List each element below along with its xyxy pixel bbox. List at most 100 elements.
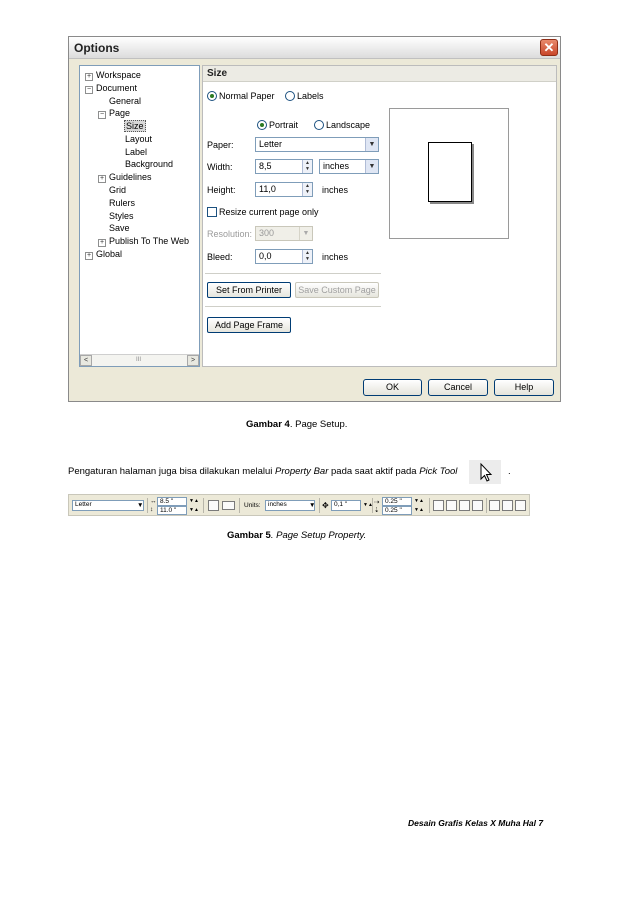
tree-item-general[interactable]: General xyxy=(109,96,141,107)
divider xyxy=(372,498,373,513)
resize-current-page-label: Resize current page only xyxy=(219,207,319,217)
body-paragraph: Pengaturan halaman juga bisa dilakukan m… xyxy=(68,466,458,477)
resize-current-page-checkbox[interactable] xyxy=(207,207,217,217)
tree-item-guidelines[interactable]: + Guidelines xyxy=(98,172,152,183)
options-tree[interactable]: + Workspace − Document General − Page Size … xyxy=(79,65,200,367)
scroll-grip-icon[interactable]: III xyxy=(136,357,141,363)
collapse-icon[interactable]: − xyxy=(98,111,106,119)
pb-height-input[interactable]: 11.0 " xyxy=(157,506,187,515)
tree-item-size[interactable]: Size xyxy=(124,120,146,132)
spinner-icon[interactable]: ▼▲ xyxy=(189,507,199,513)
tree-horizontal-scrollbar[interactable]: < III > xyxy=(80,354,199,366)
tree-item-page[interactable]: − Page xyxy=(98,108,130,119)
divider xyxy=(205,273,381,274)
ok-button[interactable]: OK xyxy=(363,379,422,396)
add-page-frame-button[interactable]: Add Page Frame xyxy=(207,317,291,333)
expand-icon[interactable]: + xyxy=(85,73,93,81)
chevron-down-icon[interactable]: ▼ xyxy=(365,160,378,173)
landscape-icon[interactable] xyxy=(222,501,235,510)
snap-grid-icon[interactable] xyxy=(433,500,444,511)
pb-width-input[interactable]: 8.5 " xyxy=(157,497,187,506)
options-dialog: Options ✕ + Workspace − Document General −… xyxy=(68,36,561,402)
chevron-down-icon[interactable]: ▼ xyxy=(309,502,315,509)
set-from-printer-button[interactable]: Set From Printer xyxy=(207,282,291,298)
width-input[interactable]: 8,5 ▲ ▼ xyxy=(255,159,313,174)
normal-paper-label: Normal Paper xyxy=(219,91,275,101)
tree-item-workspace[interactable]: + Workspace xyxy=(85,70,141,81)
tree-item-save[interactable]: Save xyxy=(109,223,130,234)
tree-item-styles[interactable]: Styles xyxy=(109,211,134,222)
portrait-label: Portrait xyxy=(269,120,299,130)
snap-objects-icon[interactable] xyxy=(459,500,470,511)
height-icon: ↕ xyxy=(150,506,154,513)
figure-5-caption: Gambar 5. Page Setup Property. xyxy=(227,530,367,541)
close-icon[interactable]: ✕ xyxy=(540,39,558,56)
dialog-title: Options xyxy=(74,41,120,55)
paper-select[interactable]: Letter ▼ xyxy=(255,137,379,152)
collapse-icon[interactable]: − xyxy=(85,86,93,94)
pb-units-select[interactable]: inches xyxy=(265,500,315,511)
tree-item-background[interactable]: Background xyxy=(125,159,173,170)
tree-item-grid[interactable]: Grid xyxy=(109,185,126,196)
units-label: Units: xyxy=(244,502,261,509)
nudge-input[interactable]: 0,1 " xyxy=(331,500,361,511)
expand-icon[interactable]: + xyxy=(85,252,93,260)
options-icon[interactable] xyxy=(502,500,513,511)
duplicate-y-icon: ⇣ xyxy=(374,507,380,514)
labels-label: Labels xyxy=(297,91,324,101)
spinner-icon[interactable]: ▼▲ xyxy=(189,498,199,504)
nudge-icon: ✥ xyxy=(322,501,329,510)
paper-label: Paper: xyxy=(207,140,234,150)
dialog-titlebar[interactable]: Options ✕ xyxy=(69,37,560,59)
portrait-radio[interactable] xyxy=(257,120,267,130)
resolution-select[interactable]: 300 ▼ xyxy=(255,226,313,241)
dynamic-guides-icon[interactable] xyxy=(472,500,483,511)
tree-item-document[interactable]: − Document xyxy=(85,83,137,94)
scroll-right-icon[interactable]: > xyxy=(187,355,199,366)
page-preview xyxy=(389,108,509,239)
portrait-icon[interactable] xyxy=(208,500,219,511)
page-setup-property-bar: Letter ▼ ↔ 8.5 " ↕ 11.0 " ▼▲ ▼▲ Units: i… xyxy=(68,494,530,516)
scroll-left-icon[interactable]: < xyxy=(80,355,92,366)
snap-guidelines-icon[interactable] xyxy=(446,500,457,511)
bleed-spinner-icon[interactable]: ▲ ▼ xyxy=(302,250,312,263)
transform-icon[interactable] xyxy=(515,500,526,511)
chevron-down-icon[interactable]: ▼ xyxy=(299,227,312,240)
tree-item-layout[interactable]: Layout xyxy=(125,134,152,145)
duplicate-x-input[interactable]: 0.25 " xyxy=(382,497,412,506)
chevron-down-icon[interactable]: ▼ xyxy=(137,502,143,509)
chevron-down-icon[interactable]: ▼ xyxy=(365,138,378,151)
tree-item-global[interactable]: + Global xyxy=(85,249,122,260)
tree-item-rulers[interactable]: Rulers xyxy=(109,198,135,209)
page-footer: Desain Grafis Kelas X Muha Hal 7 xyxy=(408,818,544,828)
help-button[interactable]: Help xyxy=(494,379,554,396)
paper-type-select[interactable]: Letter xyxy=(72,500,144,511)
tree-item-label[interactable]: Label xyxy=(125,147,147,158)
width-label: Width: xyxy=(207,162,233,172)
expand-icon[interactable]: + xyxy=(98,239,106,247)
width-icon: ↔ xyxy=(150,498,157,505)
figure-4-caption: Gambar 4. Page Setup. xyxy=(246,419,348,430)
height-spinner-icon[interactable]: ▲ ▼ xyxy=(302,183,312,196)
tree-item-publish-to-the-web[interactable]: + Publish To The Web xyxy=(98,236,189,247)
labels-radio[interactable] xyxy=(285,91,295,101)
duplicate-y-input[interactable]: 0.25 " xyxy=(382,506,412,515)
bleed-unit: inches xyxy=(322,252,349,262)
save-custom-page-button[interactable]: Save Custom Page xyxy=(295,282,379,298)
spinner-icon[interactable]: ▼▲ xyxy=(414,507,424,513)
spinner-icon[interactable]: ▼▲ xyxy=(414,498,424,504)
duplicate-x-icon: ⇢ xyxy=(374,499,380,506)
cancel-button[interactable]: Cancel xyxy=(428,379,488,396)
panel-title: Size xyxy=(207,68,228,79)
width-spinner-icon[interactable]: ▲ ▼ xyxy=(302,160,312,173)
size-settings-panel: Size Normal Paper Labels Portrait Landsc… xyxy=(202,65,557,367)
landscape-label: Landscape xyxy=(326,120,371,130)
expand-icon[interactable]: + xyxy=(98,175,106,183)
normal-paper-radio[interactable] xyxy=(207,91,217,101)
bleed-input[interactable]: 0,0 ▲ ▼ xyxy=(255,249,313,264)
treat-as-filled-icon[interactable] xyxy=(489,500,500,511)
landscape-radio[interactable] xyxy=(314,120,324,130)
height-input[interactable]: 11,0 ▲ ▼ xyxy=(255,182,313,197)
units-select[interactable]: inches ▼ xyxy=(319,159,379,174)
panel-header: Size xyxy=(203,66,556,82)
